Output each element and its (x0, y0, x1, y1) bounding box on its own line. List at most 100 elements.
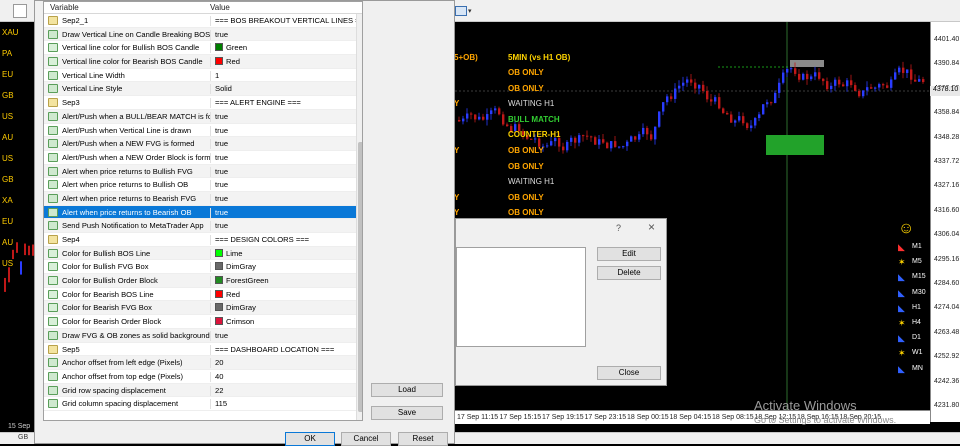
input-value[interactable]: 115 (210, 399, 360, 410)
input-value[interactable]: true (210, 330, 360, 341)
input-value[interactable]: DimGray (210, 303, 360, 314)
col-variable-header[interactable]: Variable (50, 3, 79, 12)
input-value[interactable]: === BOS BREAKOUT VERTICAL LINES === (210, 16, 360, 26)
input-value[interactable]: true (210, 125, 360, 136)
timeframe-item: ◣ H1 (898, 303, 928, 315)
input-value[interactable]: true (210, 111, 360, 122)
candle-body (826, 81, 829, 90)
dashboard-cell: OB ONLY (508, 192, 544, 202)
input-row[interactable]: Sep3 === ALERT ENGINE === (44, 96, 362, 110)
input-value[interactable]: 40 (210, 371, 360, 382)
input-row[interactable]: Draw FVG & OB zones as solid background t… (44, 328, 362, 343)
input-value[interactable]: true (210, 152, 360, 163)
input-row[interactable]: Alert/Push when a NEW Order Block is for… (44, 151, 362, 165)
input-value-text: true (215, 152, 229, 162)
input-value[interactable]: true (210, 193, 360, 204)
candle-body (774, 92, 777, 104)
input-row[interactable]: Grid column spacing displacement 115 (44, 397, 362, 411)
input-value[interactable]: true (210, 139, 360, 150)
input-value[interactable]: Solid (210, 84, 360, 95)
candle-body (694, 82, 697, 89)
close-x-button[interactable]: × (648, 220, 655, 234)
input-value[interactable]: === ALERT ENGINE === (210, 98, 360, 109)
separator-icon (48, 98, 58, 108)
input-value[interactable]: true (210, 221, 360, 232)
input-value[interactable]: Lime (210, 248, 360, 259)
input-value[interactable]: Red (210, 57, 360, 68)
candle-body (706, 90, 709, 100)
time-tick-label: 17 Sep 19:15 (542, 414, 584, 421)
price-tick-label: 4358.84 (934, 109, 960, 117)
timeframe-item: ◣ D1 (898, 333, 928, 345)
input-value[interactable]: === DESIGN COLORS === (210, 235, 360, 245)
input-row[interactable]: Vertical line color for Bullish BOS Cand… (44, 41, 362, 56)
input-row[interactable]: Color for Bullish BOS Line Lime (44, 246, 362, 261)
input-value[interactable]: 20 (210, 358, 360, 369)
input-value[interactable]: true (210, 180, 360, 191)
input-value-text: Green (226, 43, 248, 53)
input-value[interactable]: Crimson (210, 317, 360, 328)
input-row[interactable]: Draw Vertical Line on Candle Breaking BO… (44, 27, 362, 42)
candle-body (842, 84, 845, 87)
input-value[interactable]: DimGray (210, 262, 360, 273)
input-row[interactable]: Color for Bullish FVG Box DimGray (44, 260, 362, 275)
input-name: Vertical line color for Bullish BOS Cand… (62, 43, 200, 53)
candle-body (610, 141, 613, 149)
timeframe-label: W1 (912, 349, 923, 357)
input-row[interactable]: Anchor offset from top edge (Pixels) 40 (44, 370, 362, 384)
input-value-text: true (215, 207, 229, 217)
candle-body (12, 249, 14, 260)
input-value[interactable]: Red (210, 289, 360, 300)
input-value[interactable]: true (210, 166, 360, 177)
input-row[interactable]: Alert when price returns to Bullish OB tr… (44, 178, 362, 192)
delete-button[interactable]: Delete (597, 266, 661, 280)
input-row[interactable]: Sep2_1 === BOS BREAKOUT VERTICAL LINES ==… (44, 14, 362, 28)
activate-windows-title: Activate Windows (754, 398, 857, 413)
input-row[interactable]: Grid row spacing displacement 22 (44, 383, 362, 398)
input-row[interactable]: Send Push Notification to MetaTrader App… (44, 219, 362, 233)
input-value[interactable]: true (210, 207, 360, 218)
load-button[interactable]: Load (371, 383, 443, 397)
help-button[interactable]: ? (616, 223, 621, 233)
grid-scrollbar[interactable] (356, 14, 362, 420)
candle-body (682, 82, 685, 86)
candle-body (562, 146, 565, 151)
scrollbar-thumb[interactable] (358, 142, 362, 412)
candle-body (726, 112, 729, 115)
input-row[interactable]: Vertical Line Style Solid (44, 82, 362, 97)
candle-body (722, 108, 725, 113)
input-row[interactable]: Color for Bearish BOS Line Red (44, 288, 362, 302)
edit-button[interactable]: Edit (597, 247, 661, 261)
input-row[interactable]: Sep4 === DESIGN COLORS === (44, 233, 362, 247)
input-row[interactable]: Alert when price returns to Bearish FVG t… (44, 191, 362, 206)
input-row[interactable]: Color for Bearish Order Block Crimson (44, 315, 362, 329)
input-row[interactable]: Alert/Push when Vertical Line is drawn tr… (44, 124, 362, 138)
input-row[interactable]: Vertical Line Width 1 (44, 69, 362, 83)
save-button[interactable]: Save (371, 406, 443, 420)
input-row[interactable]: Sep5 === DASHBOARD LOCATION === (44, 343, 362, 357)
candle-body (698, 84, 701, 89)
input-row[interactable]: Anchor offset from left edge (Pixels) 20 (44, 356, 362, 370)
input-row[interactable]: Alert when price returns to Bearish OB tr… (44, 205, 362, 220)
input-row[interactable]: Alert/Push when a BULL/BEAR MATCH is fou… (44, 109, 362, 124)
input-value[interactable]: ForestGreen (210, 276, 360, 287)
input-row[interactable]: Vertical line color for Bearish BOS Cand… (44, 55, 362, 69)
candle-body (8, 267, 10, 283)
price-tick-label: 4252.92 (934, 353, 960, 361)
candle-body (734, 120, 737, 123)
input-value[interactable]: === DASHBOARD LOCATION === (210, 344, 360, 355)
input-value[interactable]: 1 (210, 70, 360, 81)
presets-list[interactable] (456, 247, 586, 347)
candle-body (794, 68, 797, 74)
input-value[interactable]: Green (210, 43, 360, 54)
input-row[interactable]: Color for Bearish FVG Box DimGray (44, 301, 362, 316)
input-row[interactable]: Alert when price returns to Bullish FVG t… (44, 164, 362, 179)
close-button[interactable]: Close (597, 366, 661, 380)
col-value-header[interactable]: Value (210, 3, 230, 12)
input-value[interactable]: 22 (210, 385, 360, 396)
input-row[interactable]: Color for Bullish Order Block ForestGreen (44, 274, 362, 288)
candle-body (16, 242, 18, 253)
input-row[interactable]: Alert/Push when a NEW FVG is formed true (44, 137, 362, 151)
timeframe-item: ◣ M1 (898, 242, 928, 254)
input-value[interactable]: true (210, 29, 360, 40)
